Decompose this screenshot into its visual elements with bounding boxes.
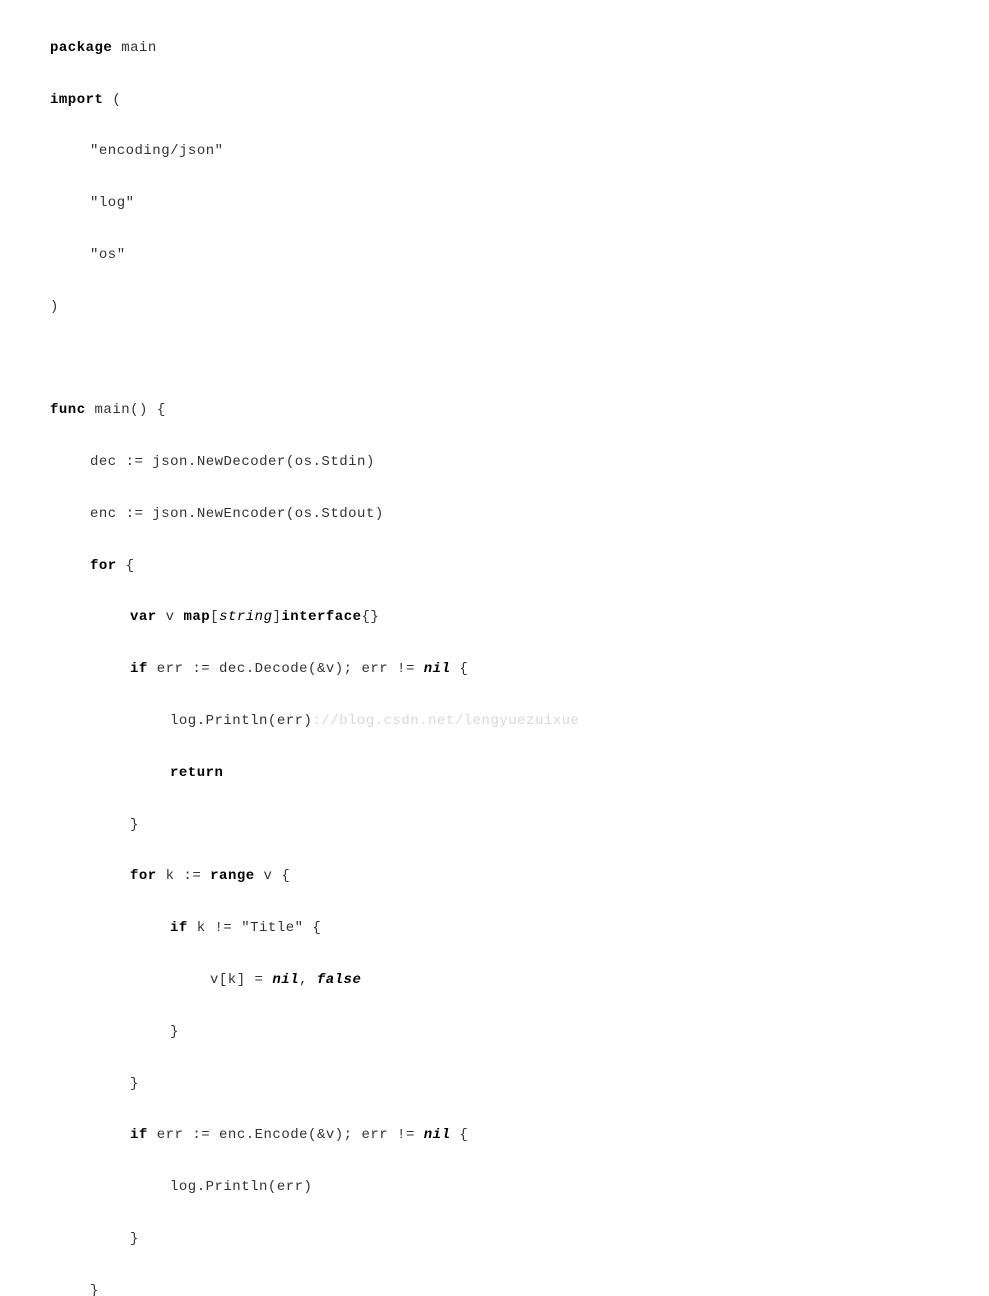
text: main() { (86, 402, 166, 418)
text: { (450, 1127, 468, 1143)
text: } (170, 1024, 179, 1040)
code-line: import ( (50, 88, 939, 114)
text: , (299, 972, 317, 988)
text: v { (255, 868, 291, 884)
code-line: dec := json.NewDecoder(os.Stdin) (50, 450, 939, 476)
code-line: enc := json.NewEncoder(os.Stdout) (50, 502, 939, 528)
keyword-if: if (170, 920, 188, 936)
keyword-return: return (170, 765, 223, 781)
text: log.Println(err) (170, 1179, 312, 1195)
text: [ (210, 609, 219, 625)
watermark-text: ://blog.csdn.net/lengyuezuixue (312, 713, 579, 729)
code-line: if err := enc.Encode(&v); err != nil { (50, 1123, 939, 1149)
code-line: log.Println(err)://blog.csdn.net/lengyue… (50, 709, 939, 735)
text: enc := json.NewEncoder(os.Stdout) (90, 506, 384, 522)
code-line: func main() { (50, 398, 939, 424)
code-line: return (50, 761, 939, 787)
keyword-nil: nil (272, 972, 299, 988)
code-block: package main import ( "encoding/json" "l… (0, 0, 989, 1296)
text: } (130, 817, 139, 833)
text: } (90, 1283, 99, 1296)
text: {} (362, 609, 380, 625)
keyword-range: range (210, 868, 255, 884)
keyword-interface: interface (281, 609, 361, 625)
text: { (450, 661, 468, 677)
text: err := enc.Encode(&v); err != (148, 1127, 424, 1143)
code-line: for k := range v { (50, 864, 939, 890)
text: v[k] = (210, 972, 272, 988)
keyword-map: map (183, 609, 210, 625)
keyword-nil: nil (424, 661, 451, 677)
keyword-if: if (130, 661, 148, 677)
text: "os" (90, 247, 126, 263)
text: ( (103, 92, 121, 108)
code-line: v[k] = nil, false (50, 968, 939, 994)
text: { (117, 558, 135, 574)
code-line: if k != "Title" { (50, 916, 939, 942)
text: } (130, 1231, 139, 1247)
code-line: for { (50, 554, 939, 580)
code-line: } (50, 1227, 939, 1253)
code-line: if err := dec.Decode(&v); err != nil { (50, 657, 939, 683)
code-line: log.Println(err) (50, 1175, 939, 1201)
code-line: } (50, 1072, 939, 1098)
text: "encoding/json" (90, 143, 224, 159)
keyword-var: var (130, 609, 157, 625)
keyword-package: package (50, 40, 112, 56)
text: } (130, 1076, 139, 1092)
keyword-false: false (317, 972, 362, 988)
text: k != "Title" { (188, 920, 322, 936)
code-line: var v map[string]interface{} (50, 605, 939, 631)
keyword-nil: nil (424, 1127, 451, 1143)
text: log.Println(err) (170, 713, 312, 729)
code-line: package main (50, 36, 939, 62)
keyword-if: if (130, 1127, 148, 1143)
keyword-for: for (130, 868, 157, 884)
code-line: "log" (50, 191, 939, 217)
code-line (50, 347, 939, 373)
code-line: ) (50, 295, 939, 321)
type-string: string (219, 609, 272, 625)
text: k := (157, 868, 210, 884)
code-line: } (50, 1020, 939, 1046)
text: v (157, 609, 184, 625)
code-line: } (50, 1279, 939, 1296)
keyword-func: func (50, 402, 86, 418)
code-line: "encoding/json" (50, 139, 939, 165)
text: ) (50, 299, 59, 315)
code-line: "os" (50, 243, 939, 269)
code-line: } (50, 813, 939, 839)
text: err := dec.Decode(&v); err != (148, 661, 424, 677)
text: main (112, 40, 157, 56)
text: "log" (90, 195, 135, 211)
keyword-for: for (90, 558, 117, 574)
text: dec := json.NewDecoder(os.Stdin) (90, 454, 375, 470)
keyword-import: import (50, 92, 103, 108)
